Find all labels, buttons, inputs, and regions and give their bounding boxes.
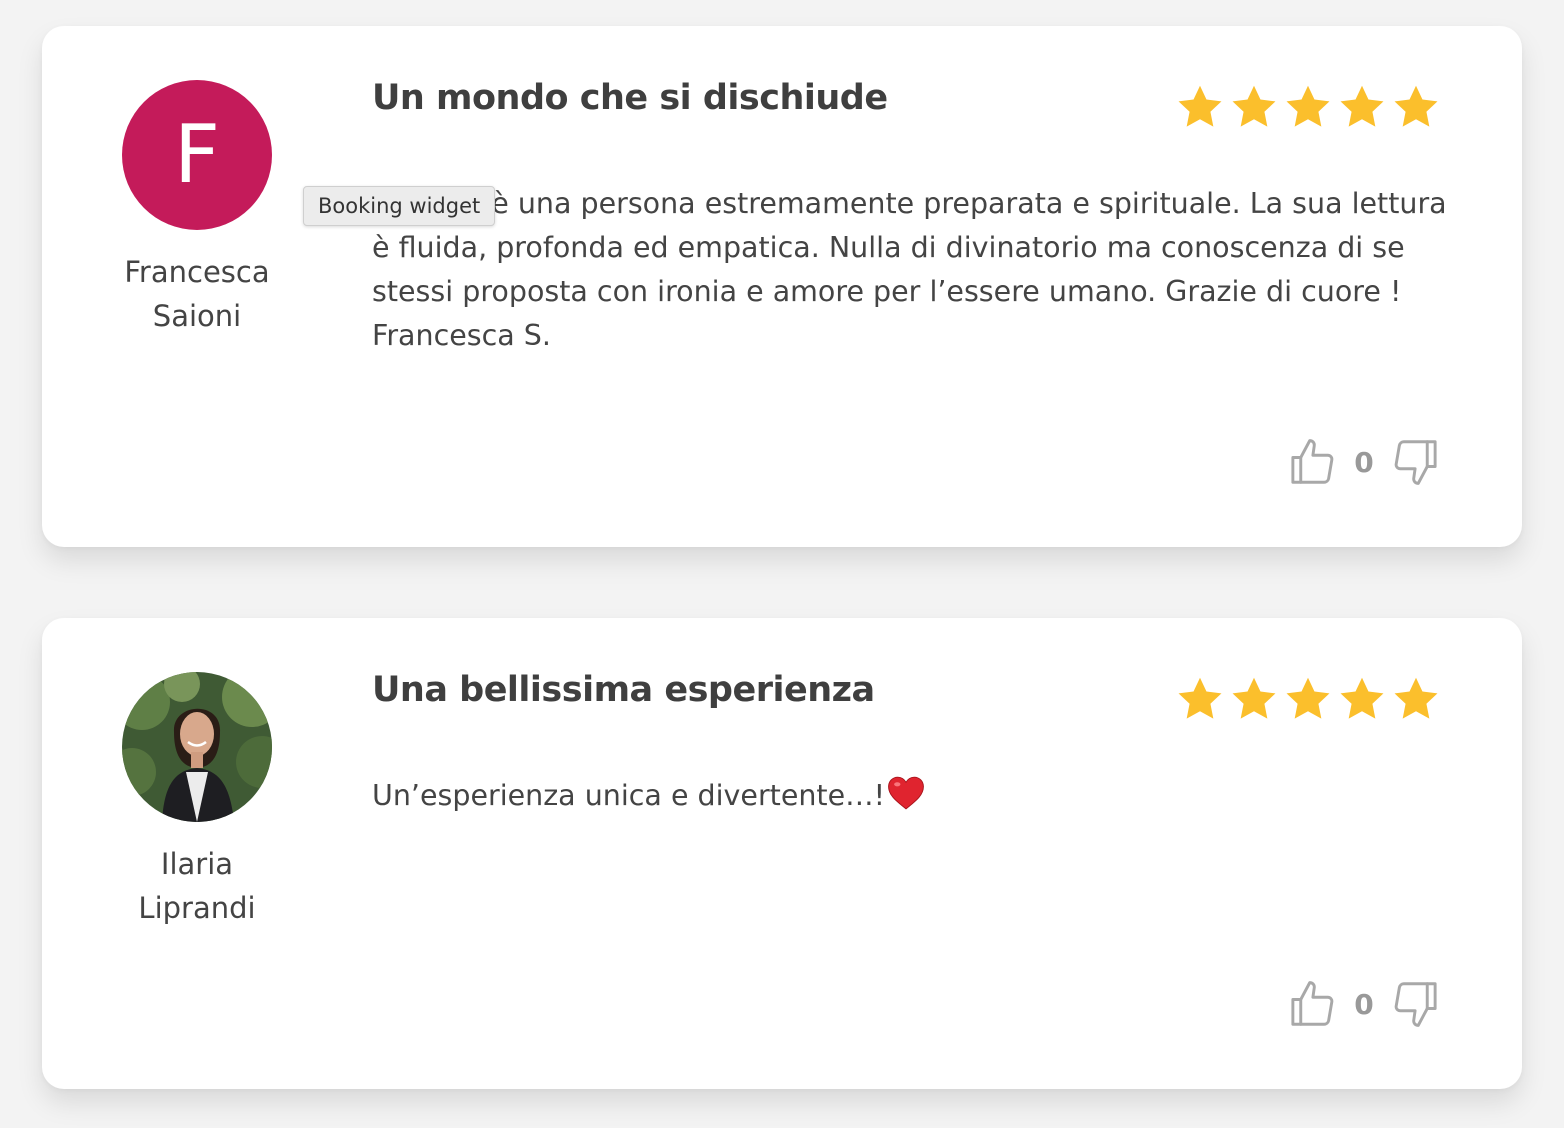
- author-name: Ilaria Liprandi: [82, 842, 312, 930]
- review-card: Ilaria Liprandi Una bellissima esperienz…: [42, 618, 1522, 1089]
- review-text: Un’esperienza unica e divertente…!: [372, 774, 1452, 818]
- star-icon: [1286, 85, 1330, 127]
- avatar: F: [122, 80, 272, 230]
- review-text: Arianna è una persona estremamente prepa…: [372, 187, 1447, 352]
- star-icon: [1178, 677, 1222, 719]
- star-icon: [1232, 85, 1276, 127]
- star-icon: [1232, 677, 1276, 719]
- author-first-name: Francesca: [124, 255, 270, 289]
- star-icon: [1178, 85, 1222, 127]
- author-last-name: Saioni: [152, 299, 242, 333]
- thumbs-up-button[interactable]: [1284, 434, 1340, 490]
- review-author: F Francesca Saioni: [82, 80, 312, 338]
- star-icon: [1340, 677, 1384, 719]
- author-name: Francesca Saioni: [82, 250, 312, 338]
- thumbs-up-icon: [1291, 981, 1334, 1026]
- reviews-page: Booking widget F Francesca Saioni Un mon…: [0, 0, 1564, 1128]
- star-icon: [1394, 677, 1438, 719]
- star-rating: [1174, 674, 1442, 724]
- thumbs-down-icon: [1394, 982, 1437, 1027]
- star-icon: [1286, 677, 1330, 719]
- star-icon: [1394, 85, 1438, 127]
- review-title: Una bellissima esperienza: [372, 670, 875, 710]
- review-card: F Francesca Saioni Un mondo che si disch…: [42, 26, 1522, 547]
- author-last-name: Liprandi: [138, 891, 256, 925]
- avatar: [122, 672, 272, 822]
- author-first-name: Ilaria: [160, 847, 234, 881]
- thumbs-up-button[interactable]: [1284, 976, 1340, 1032]
- review-author: Ilaria Liprandi: [82, 672, 312, 930]
- review-votes: 0: [1284, 434, 1444, 490]
- heart-icon: [888, 776, 924, 810]
- booking-widget-tooltip: Booking widget: [303, 186, 496, 226]
- thumbs-down-button[interactable]: [1388, 434, 1444, 490]
- thumbs-down-button[interactable]: [1388, 976, 1444, 1032]
- thumbs-down-icon: [1394, 440, 1437, 485]
- review-text-content: Un’esperienza unica e divertente…!: [372, 779, 886, 812]
- star-icon: [1340, 85, 1384, 127]
- review-title: Un mondo che si dischiude: [372, 78, 888, 118]
- likes-count: 0: [1354, 445, 1374, 479]
- avatar-photo: [122, 672, 272, 822]
- thumbs-up-icon: [1291, 439, 1334, 484]
- likes-count: 0: [1354, 987, 1374, 1021]
- review-votes: 0: [1284, 976, 1444, 1032]
- star-rating: [1174, 82, 1442, 132]
